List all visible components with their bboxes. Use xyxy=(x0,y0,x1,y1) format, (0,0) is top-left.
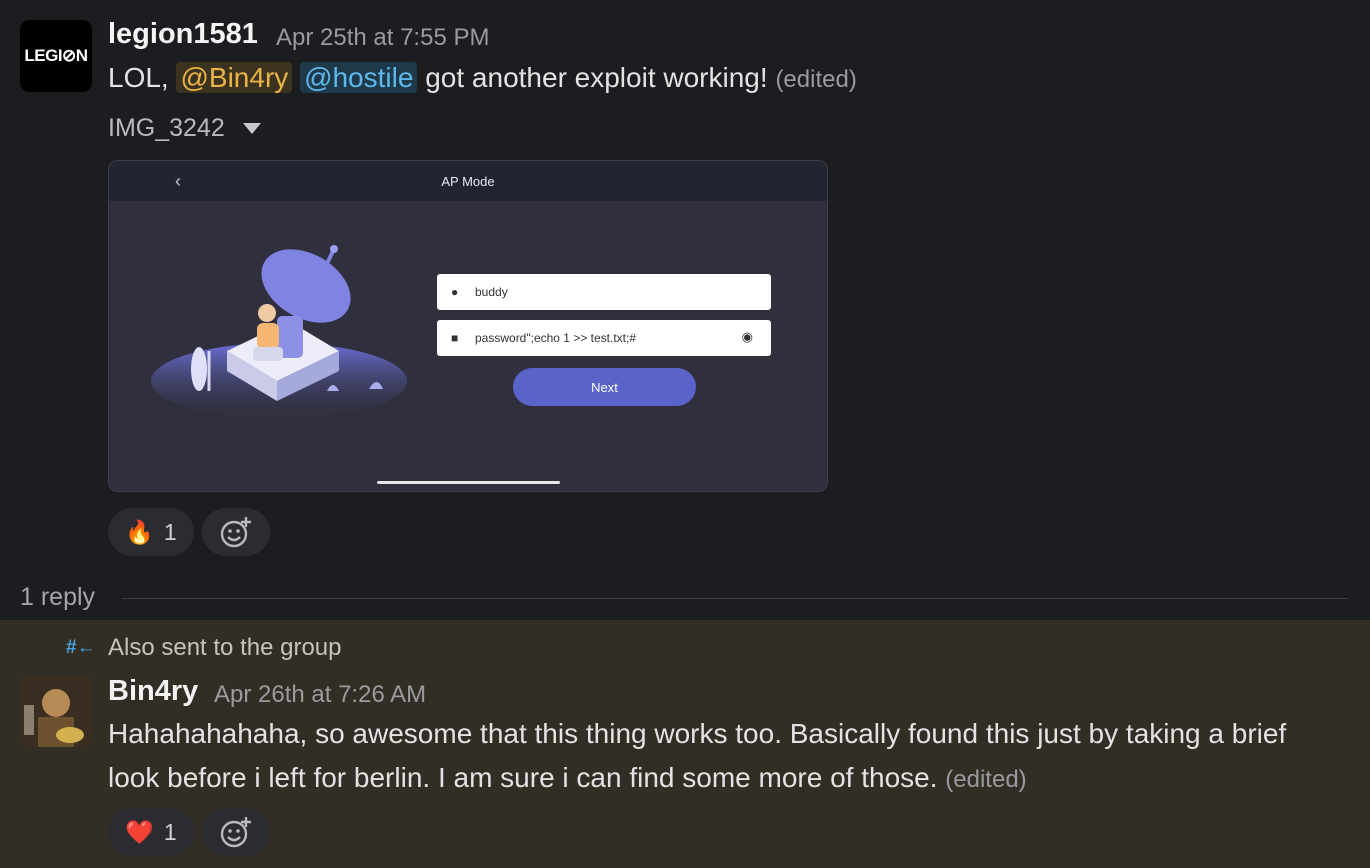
mention-hostile[interactable]: @hostile xyxy=(300,62,418,93)
reaction-heart[interactable]: ❤️ 1 xyxy=(108,808,194,856)
edited-label: (edited) xyxy=(775,66,857,93)
fire-emoji-icon: 🔥 xyxy=(125,518,154,545)
message-author[interactable]: legion1581 xyxy=(108,18,258,51)
message-text-suffix: got another exploit working! xyxy=(425,62,768,93)
message-author[interactable]: Bin4ry xyxy=(108,675,198,708)
ap-mode-title: AP Mode xyxy=(441,173,495,189)
message-timestamp[interactable]: Apr 25th at 7:55 PM xyxy=(276,24,489,52)
edited-label: (edited) xyxy=(945,766,1027,793)
image-attachment[interactable]: ‹ AP Mode ● buddy ■ password";echo 1 >> … xyxy=(108,160,828,492)
reaction-fire[interactable]: 🔥 1 xyxy=(108,508,194,556)
add-reaction-button[interactable] xyxy=(202,508,270,556)
avatar[interactable]: LEGI⊘N xyxy=(20,20,92,92)
message-text-line2: look before i left for berlin. I am sure… xyxy=(108,762,1027,794)
password-field[interactable]: ■ password";echo 1 >> test.txt;# ◉ xyxy=(437,320,771,356)
user-icon: ● xyxy=(451,285,459,299)
message-bin4ry: #← Also sent to the group Bin4ry Apr 26t… xyxy=(0,620,1370,868)
lock-icon: ■ xyxy=(451,331,459,345)
home-indicator xyxy=(377,481,560,484)
message-text-prefix: LOL, xyxy=(108,62,169,93)
password-value: password";echo 1 >> test.txt;# xyxy=(475,331,637,345)
caret-down-icon[interactable] xyxy=(242,123,261,134)
also-sent-note: #← Also sent to the group xyxy=(66,634,341,662)
attachment-title[interactable]: IMG_3242 xyxy=(108,114,261,143)
username-field[interactable]: ● buddy xyxy=(437,274,771,310)
add-reaction-icon xyxy=(220,517,251,548)
mention-bin4ry[interactable]: @Bin4ry xyxy=(176,62,293,93)
heart-emoji-icon: ❤️ xyxy=(125,818,154,845)
satellite-illustration xyxy=(151,245,407,419)
channel-share-icon: #← xyxy=(66,637,96,658)
attachment-name: IMG_3242 xyxy=(108,114,225,142)
message-timestamp[interactable]: Apr 26th at 7:26 AM xyxy=(214,681,426,709)
reaction-count: 1 xyxy=(163,518,177,545)
message-text-line1: Hahahahahaha, so awesome that this thing… xyxy=(108,718,1287,749)
username-value: buddy xyxy=(475,285,508,299)
message-legion1581: LEGI⊘N legion1581 Apr 25th at 7:55 PM LO… xyxy=(0,0,1370,620)
avatar[interactable] xyxy=(20,675,92,747)
add-reaction-icon xyxy=(220,817,251,848)
avatar-image xyxy=(20,675,92,747)
reaction-count: 1 xyxy=(163,818,177,845)
eye-icon[interactable]: ◉ xyxy=(742,329,753,345)
thread-reply-count[interactable]: 1 reply xyxy=(20,583,95,612)
also-sent-text: Also sent to the group xyxy=(108,634,342,661)
thread-divider xyxy=(122,598,1348,599)
message-text: LOL, @Bin4ry @hostile got another exploi… xyxy=(108,62,857,94)
message-text: look before i left for berlin. I am sure… xyxy=(108,762,938,793)
next-button[interactable]: Next xyxy=(513,368,696,406)
add-reaction-button[interactable] xyxy=(202,808,270,856)
back-chevron-icon: ‹ xyxy=(175,171,181,191)
ap-mode-header: ‹ AP Mode xyxy=(109,161,827,201)
